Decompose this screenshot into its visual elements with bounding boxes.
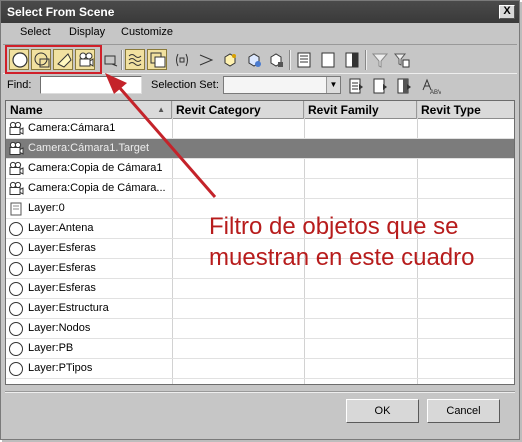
annotation-text: Filtro de objetos que se muestran en est… <box>209 213 475 271</box>
select-from-scene-dialog: Select From Scene X Select Display Custo… <box>0 0 520 440</box>
ok-button[interactable]: OK <box>346 399 419 423</box>
dialog-divider <box>5 391 515 393</box>
cancel-button[interactable]: Cancel <box>427 399 500 423</box>
